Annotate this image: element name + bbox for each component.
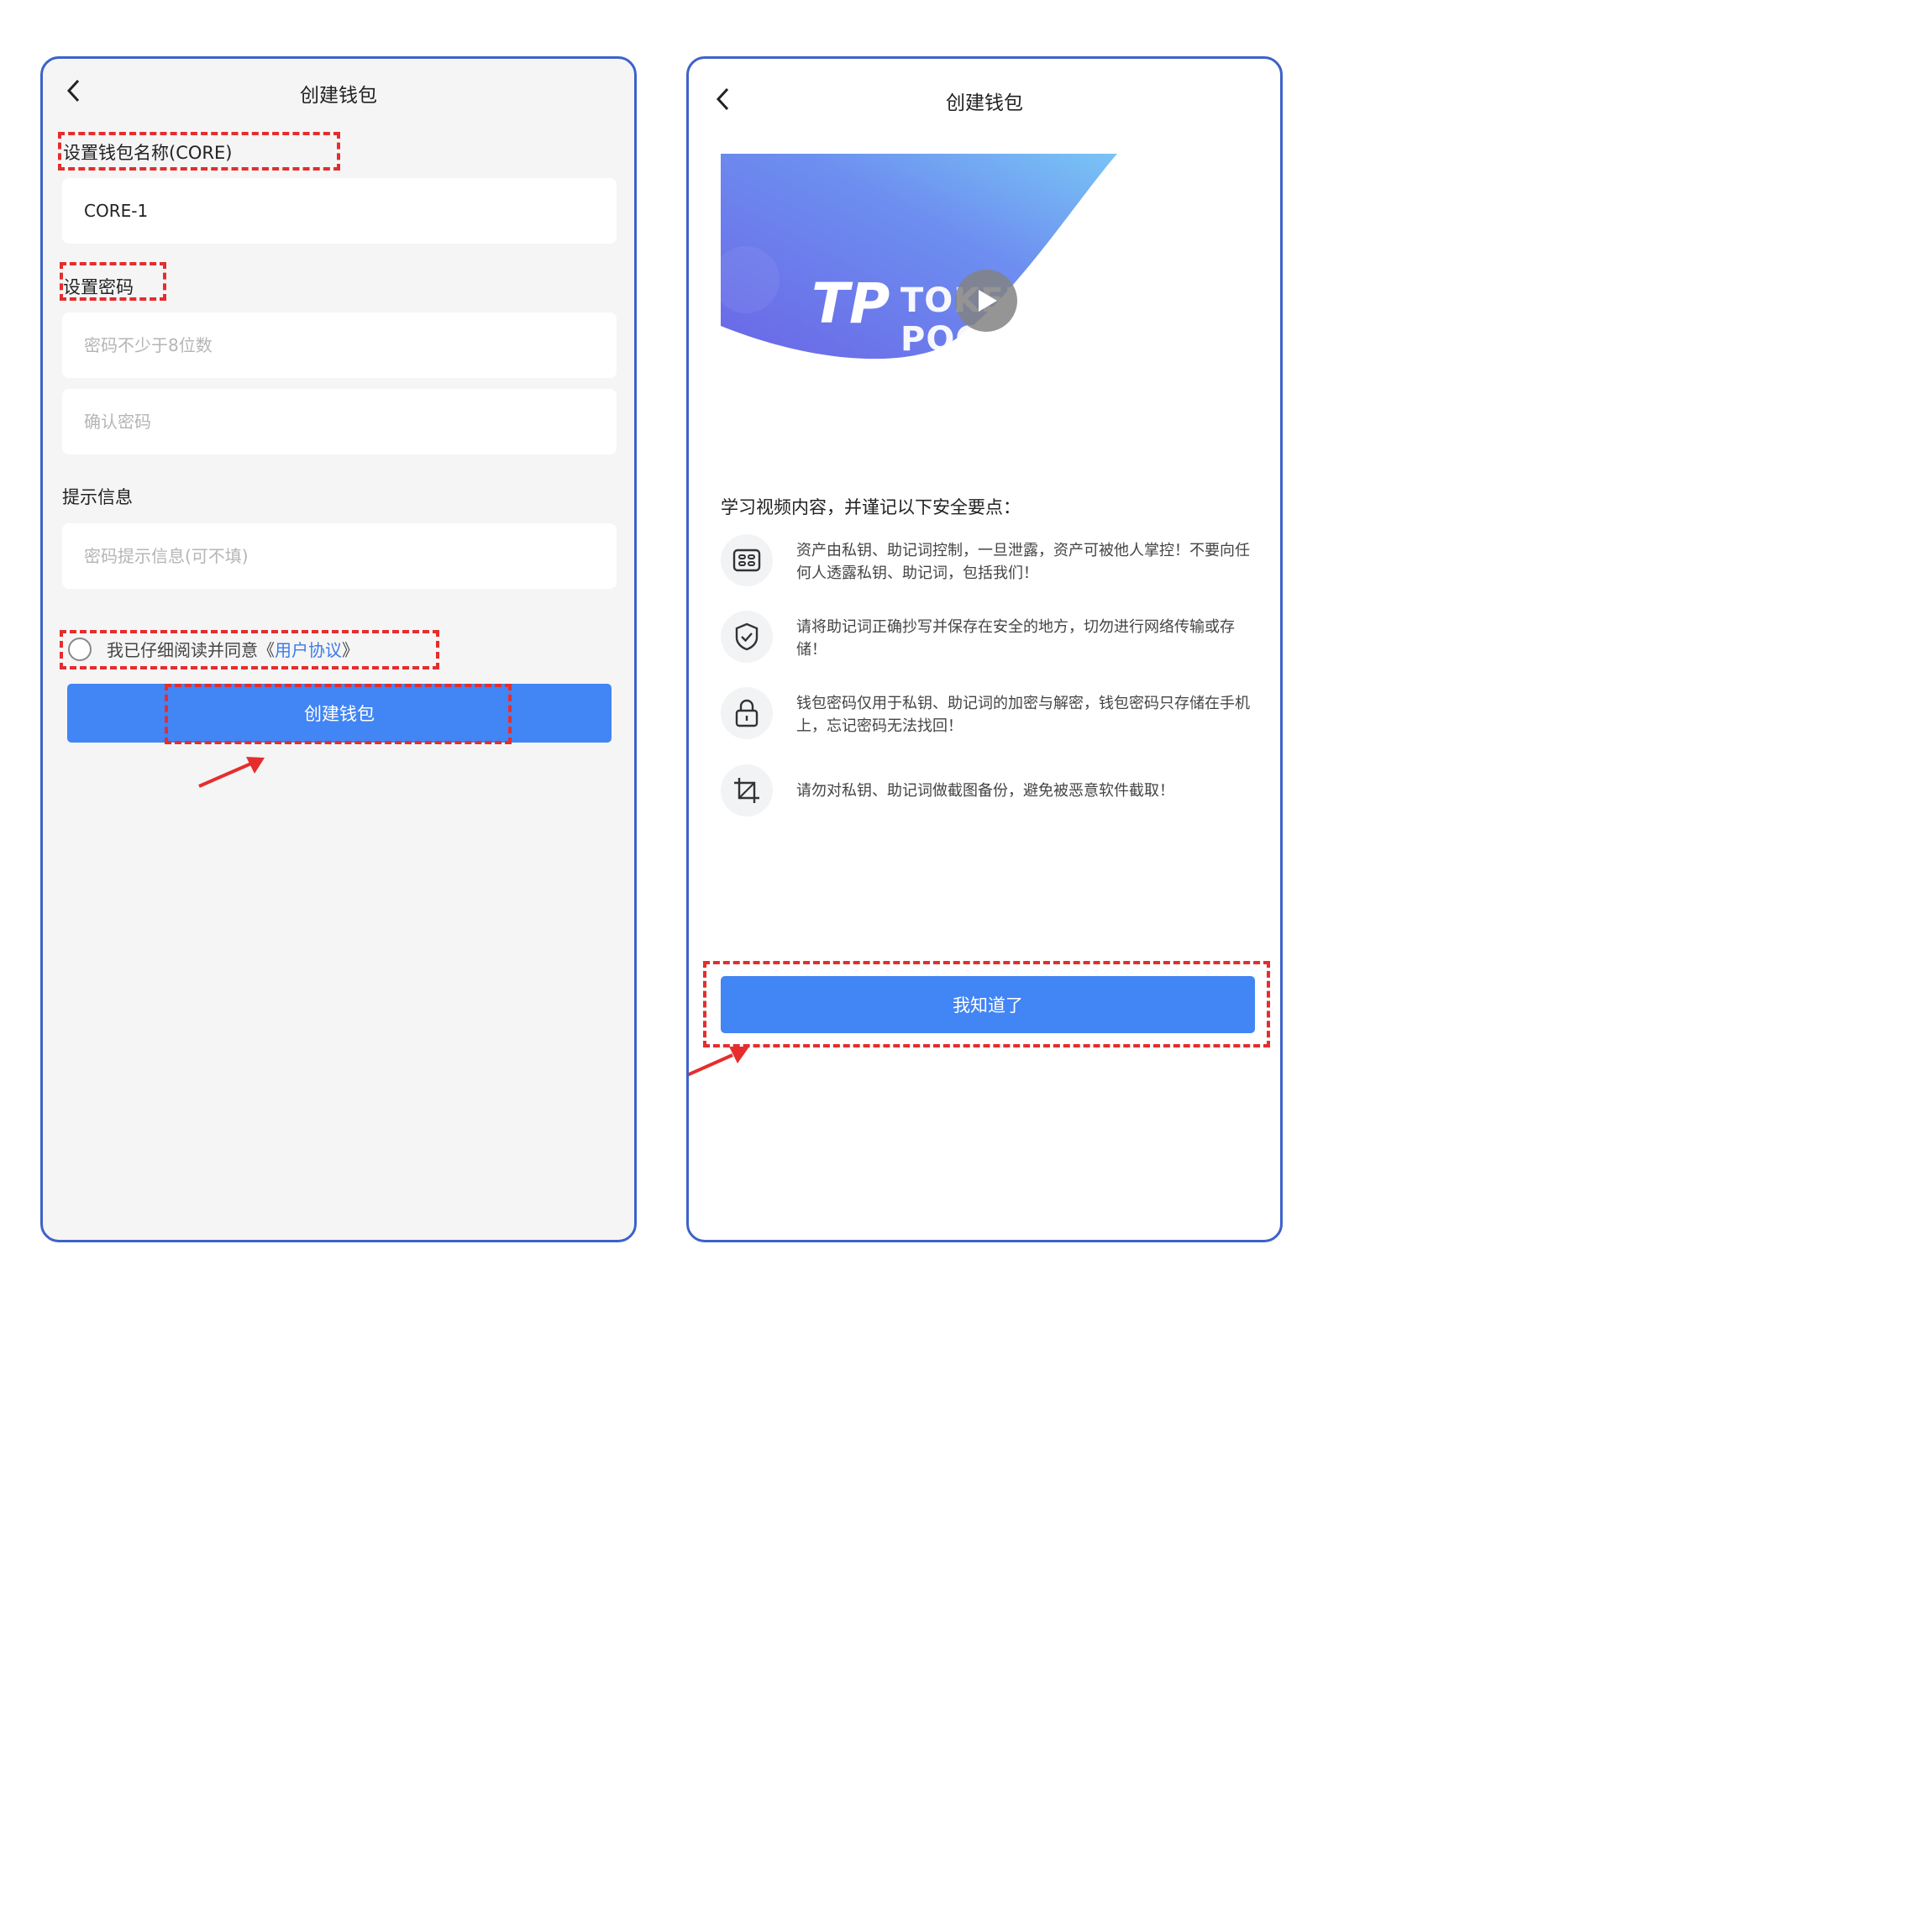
hint-label: 提示信息 (62, 487, 133, 507)
page-title: 创建钱包 (946, 92, 1023, 114)
video-banner[interactable]: TP TOKEN POCKET (712, 154, 1120, 360)
lock-icon (721, 687, 773, 739)
tip-text: 请勿对私钥、助记词做截图备份，避免被恶意软件截取！ (796, 782, 1174, 800)
pointer-arrow-icon (198, 757, 265, 788)
password-label: 设置密码 (63, 277, 134, 297)
agree-radio[interactable] (68, 637, 92, 661)
tip-item: 钱包密码仅用于私钥、助记词的加密与解密，钱包密码只存储在手机上，忘记密码无法找回… (721, 687, 1258, 741)
acknowledge-button[interactable]: 我知道了 (721, 976, 1255, 1033)
tip-text: 请将助记词正确抄写并保存在安全的地方，切勿进行网络传输或存储！ (796, 618, 1235, 659)
tip-item: 资产由私钥、助记词控制，一旦泄露，资产可被他人掌控！不要向任何人透露私钥、助记词… (721, 534, 1258, 588)
confirm-password-input[interactable] (62, 389, 588, 454)
security-tips-screen: 创建钱包 TP TOKEN POCKET 学习视频内容，并谨记以下安全要点： (686, 56, 1283, 1242)
tip-text: 钱包密码仅用于私钥、助记词的加密与解密，钱包密码只存储在手机上，忘记密码无法找回… (796, 695, 1250, 735)
wallet-name-input[interactable] (62, 178, 588, 244)
password-field[interactable] (62, 312, 617, 378)
confirm-password-field[interactable] (62, 389, 617, 454)
pointer-arrow-icon (689, 1047, 749, 1077)
keys-icon (721, 534, 773, 586)
intro-text: 学习视频内容，并谨记以下安全要点： (721, 497, 1021, 517)
play-icon (979, 290, 997, 312)
hint-input[interactable] (62, 523, 588, 589)
agreement-row: 我已仔细阅读并同意《 用户协议》 (68, 637, 359, 661)
agree-suffix: 》 (342, 640, 359, 660)
create-wallet-button[interactable]: 创建钱包 (67, 684, 612, 743)
page-title: 创建钱包 (300, 85, 377, 107)
crop-icon (721, 764, 773, 816)
shield-check-icon (721, 611, 773, 663)
tip-item: 请将助记词正确抄写并保存在安全的地方，切勿进行网络传输或存储！ (721, 611, 1258, 664)
create-wallet-form-screen: 创建钱包 设置钱包名称(CORE) 设置密码 提示信息 我已仔细阅读并同意《用户… (40, 56, 637, 1242)
user-agreement-link[interactable]: 用户协议 (275, 637, 342, 661)
wallet-name-field[interactable] (62, 178, 617, 244)
hint-field[interactable] (62, 523, 617, 589)
password-input[interactable] (62, 312, 588, 378)
tip-text: 资产由私钥、助记词控制，一旦泄露，资产可被他人掌控！不要向任何人透露私钥、助记词… (796, 542, 1250, 582)
tp-logo: TP (811, 271, 890, 336)
agree-text: 我已仔细阅读并同意《 (107, 640, 275, 660)
play-button[interactable] (955, 270, 1017, 332)
tip-item: 请勿对私钥、助记词做截图备份，避免被恶意软件截取！ (721, 764, 1258, 818)
wallet-name-label: 设置钱包名称(CORE) (63, 143, 233, 163)
